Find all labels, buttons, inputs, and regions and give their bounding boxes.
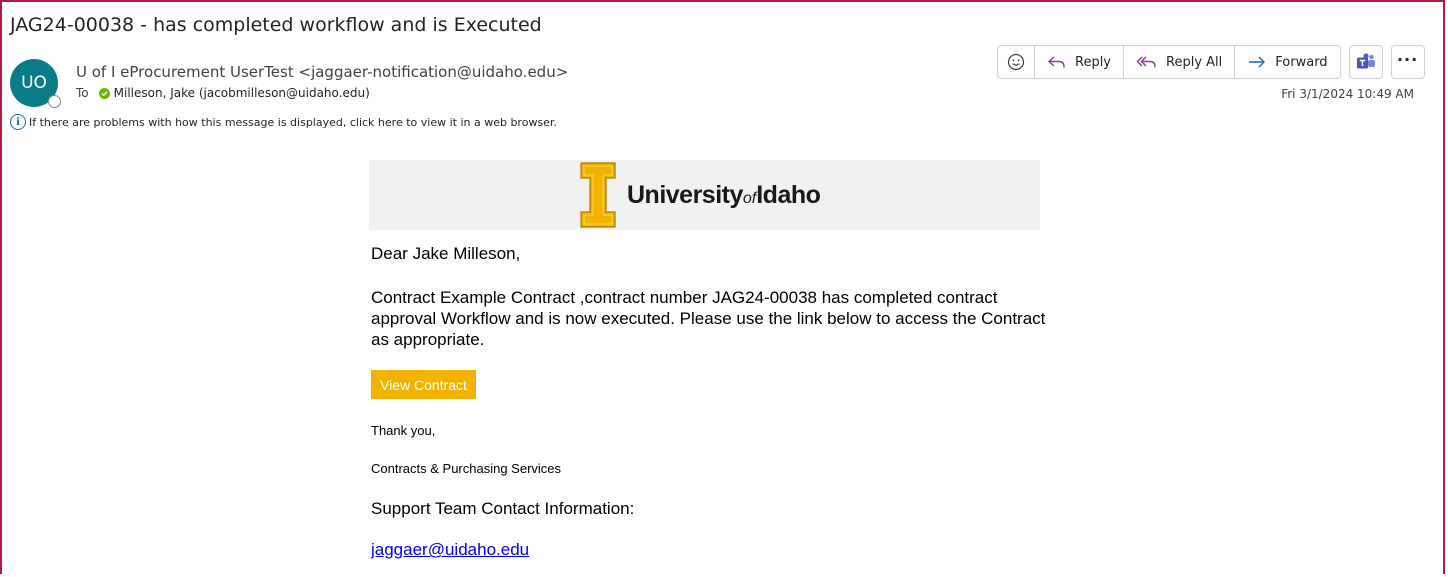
greeting: Dear Jake Milleson, <box>371 244 521 263</box>
presence-status-icon <box>48 95 61 108</box>
react-button[interactable] <box>998 46 1035 78</box>
logo-word-of: of <box>742 190 757 207</box>
sender-name[interactable]: U of I eProcurement UserTest <jaggaer-no… <box>76 63 568 81</box>
recipient-name[interactable]: Milleson, Jake (jacobmilleson@uidaho.edu… <box>114 86 370 100</box>
info-icon: i <box>10 114 26 130</box>
forward-label: Forward <box>1275 54 1328 70</box>
more-actions-button[interactable]: ··· <box>1390 45 1425 79</box>
department-signature: Contracts & Purchasing Services <box>371 461 562 476</box>
support-heading: Support Team Contact Information: <box>371 499 635 518</box>
reply-button-group: Reply Reply All Forward <box>997 45 1341 79</box>
teams-icon <box>1356 53 1375 69</box>
reply-all-icon <box>1136 56 1156 68</box>
emoji-icon <box>1007 53 1025 71</box>
presence-check-icon <box>98 87 110 99</box>
message-body: Contract Example Contract ,contract numb… <box>371 288 1046 349</box>
recipient-row: To Milleson, Jake (jacobmilleson@uidaho.… <box>76 86 370 100</box>
forward-button[interactable]: Forward <box>1235 46 1339 78</box>
university-banner: UniversityofIdaho <box>369 160 1040 230</box>
university-i-logo <box>580 162 616 228</box>
message-actions: Reply Reply All Forward ··· <box>997 45 1425 79</box>
support-email-link[interactable]: jaggaer@uidaho.edu <box>371 540 529 560</box>
teams-button[interactable] <box>1348 45 1383 79</box>
received-timestamp: Fri 3/1/2024 10:49 AM <box>1281 87 1414 101</box>
view-contract-button[interactable]: View Contract <box>371 370 476 399</box>
reply-button[interactable]: Reply <box>1035 46 1125 78</box>
email-subject: JAG24-00038 - has completed workflow and… <box>10 14 542 36</box>
to-label: To <box>76 86 89 100</box>
reply-label: Reply <box>1075 54 1112 70</box>
info-notice-text[interactable]: If there are problems with how this mess… <box>29 116 557 129</box>
reply-icon <box>1047 56 1065 68</box>
more-icon: ··· <box>1396 49 1419 69</box>
closing-thanks: Thank you, <box>371 423 436 438</box>
reply-all-button[interactable]: Reply All <box>1124 46 1236 78</box>
reply-all-label: Reply All <box>1166 54 1223 70</box>
university-logo-wordmark: UniversityofIdaho <box>627 181 821 210</box>
forward-icon <box>1249 56 1266 68</box>
display-problem-notice[interactable]: i If there are problems with how this me… <box>10 114 557 130</box>
logo-word-university: University <box>627 181 743 209</box>
logo-word-idaho: Idaho <box>756 181 821 209</box>
